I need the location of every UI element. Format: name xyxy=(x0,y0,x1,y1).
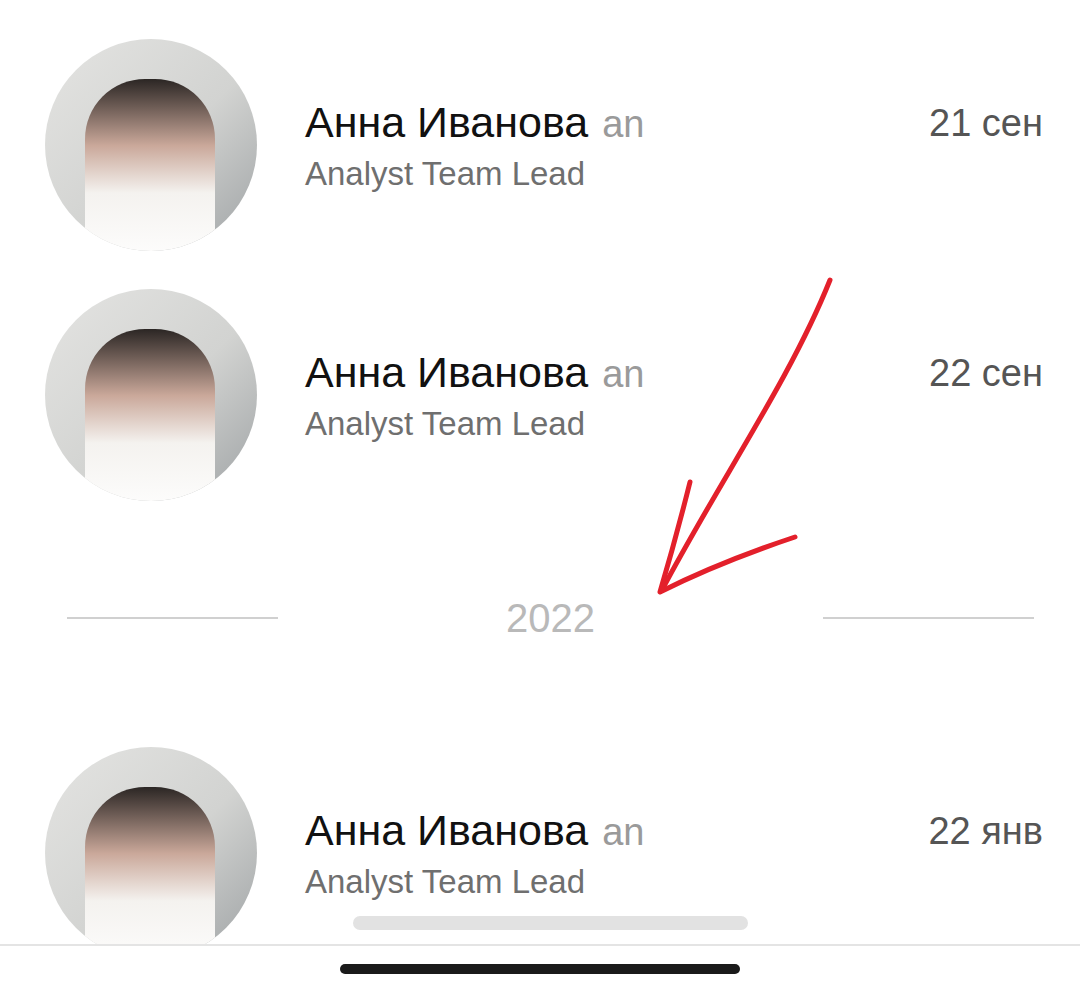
contact-row[interactable]: Анна Иванова an Analyst Team Lead22 сен xyxy=(0,270,1080,520)
red-arrow-icon xyxy=(0,0,1080,989)
contact-date: 21 сен xyxy=(929,102,1043,145)
scroll-indicator xyxy=(353,916,748,930)
contact-info: Анна Иванова an Analyst Team Lead xyxy=(305,348,929,443)
avatar-photo[interactable] xyxy=(45,39,257,251)
contact-info: Анна Иванова an Analyst Team Lead xyxy=(305,98,929,193)
contact-list[interactable]: Анна ИвановаanAnalyst Team Lead21 сенАнн… xyxy=(0,0,1080,978)
contact-name: Анна Иванова xyxy=(305,348,588,397)
avatar-photo[interactable] xyxy=(45,289,257,501)
contact-info: Анна Иванова an Analyst Team Lead xyxy=(305,806,928,901)
year-label: 2022 xyxy=(278,596,823,641)
bottom-bar xyxy=(0,944,1080,989)
contact-handle: an xyxy=(602,811,644,854)
avatar-photo[interactable] xyxy=(45,747,257,959)
contact-handle: an xyxy=(602,353,644,396)
contact-date: 22 сен xyxy=(929,352,1043,395)
contact-name: Анна Иванова xyxy=(305,98,588,147)
contact-row[interactable]: Анна Иванова an Analyst Team Lead21 сен xyxy=(0,20,1080,270)
contact-role: Analyst Team Lead xyxy=(305,405,929,443)
contact-role: Analyst Team Lead xyxy=(305,863,928,901)
contact-role: Analyst Team Lead xyxy=(305,155,929,193)
contact-date: 22 янв xyxy=(928,810,1043,853)
home-indicator[interactable] xyxy=(340,964,740,974)
contact-handle: an xyxy=(602,103,644,146)
year-divider: 2022 xyxy=(0,520,1080,728)
contact-list-screen: Анна ИвановаanAnalyst Team Lead21 сенАнн… xyxy=(0,0,1080,989)
contact-name: Анна Иванова xyxy=(305,806,588,855)
contact-row[interactable]: Анна Иванова an Analyst Team Lead22 янв xyxy=(0,728,1080,978)
